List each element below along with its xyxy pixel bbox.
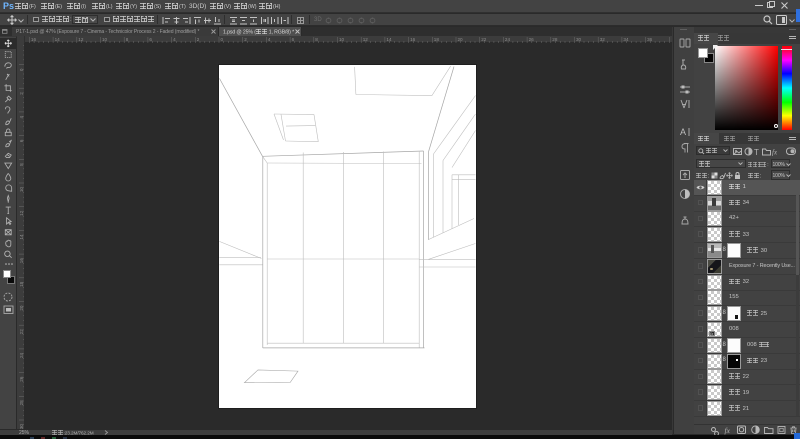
svg-text:4: 4 <box>19 115 24 118</box>
svg-text:6: 6 <box>149 37 152 42</box>
svg-text:32: 32 <box>600 37 606 42</box>
svg-text:34: 34 <box>623 37 629 42</box>
svg-text:28: 28 <box>552 37 558 42</box>
svg-text:10: 10 <box>339 37 345 42</box>
svg-text:16: 16 <box>410 37 416 42</box>
svg-text:18: 18 <box>434 37 440 42</box>
svg-text:4: 4 <box>268 37 271 42</box>
svg-text:14: 14 <box>19 234 24 240</box>
svg-text:14: 14 <box>55 37 61 42</box>
svg-text:A: A <box>680 127 686 137</box>
svg-text:4: 4 <box>173 37 176 42</box>
svg-text:6: 6 <box>292 37 295 42</box>
svg-text:6: 6 <box>19 139 24 142</box>
svg-text:10: 10 <box>102 37 108 42</box>
svg-text:16: 16 <box>31 37 37 42</box>
svg-text:20: 20 <box>19 305 24 311</box>
svg-text:20: 20 <box>458 37 464 42</box>
svg-text:28: 28 <box>19 400 24 406</box>
svg-text:18: 18 <box>19 281 24 287</box>
svg-text:26: 26 <box>529 37 535 42</box>
svg-text:30: 30 <box>576 37 582 42</box>
svg-text:8: 8 <box>19 163 24 166</box>
svg-text:2: 2 <box>19 92 24 95</box>
svg-text:14: 14 <box>386 37 392 42</box>
svg-text:16: 16 <box>19 258 24 264</box>
svg-text:12: 12 <box>78 37 84 42</box>
svg-text:8: 8 <box>315 37 318 42</box>
svg-text:12: 12 <box>19 210 24 216</box>
svg-text:10: 10 <box>19 187 24 193</box>
svg-text:0: 0 <box>19 68 24 71</box>
svg-text:8: 8 <box>126 37 129 42</box>
svg-text:2: 2 <box>244 37 247 42</box>
svg-text:22: 22 <box>19 329 24 335</box>
svg-text:26: 26 <box>19 376 24 382</box>
svg-text:12: 12 <box>363 37 369 42</box>
svg-text:36: 36 <box>647 37 653 42</box>
svg-text:2: 2 <box>197 37 200 42</box>
svg-text:0: 0 <box>221 37 224 42</box>
svg-text:24: 24 <box>19 352 24 358</box>
svg-text:22: 22 <box>481 37 487 42</box>
svg-text:fx: fx <box>772 148 778 156</box>
svg-text:T: T <box>754 148 759 156</box>
svg-text:24: 24 <box>505 37 511 42</box>
